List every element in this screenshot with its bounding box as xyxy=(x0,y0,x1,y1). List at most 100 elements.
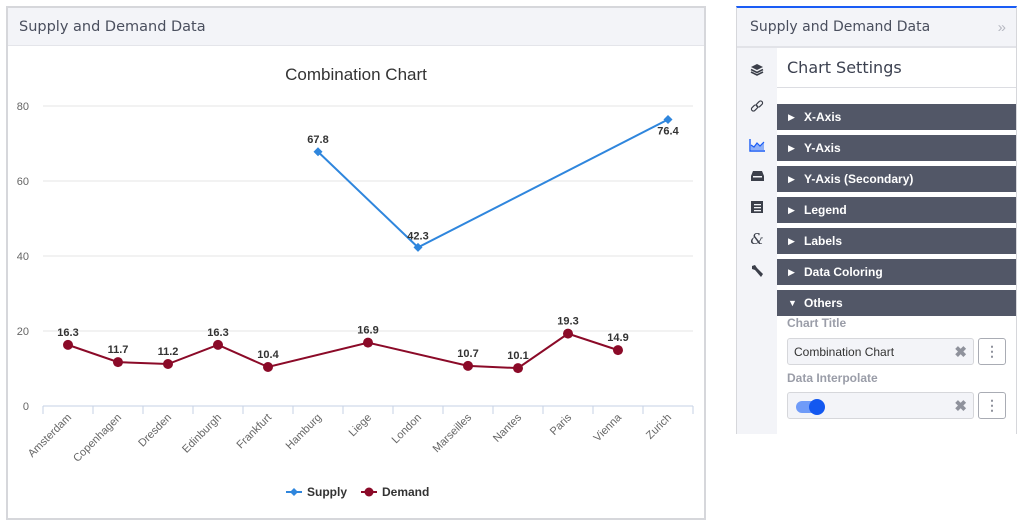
chart-area-icon[interactable] xyxy=(737,130,777,160)
x-tick-label: Nantes xyxy=(491,411,524,444)
x-tick-label: Dresden xyxy=(136,412,174,450)
series-line-supply xyxy=(317,118,669,249)
data-point[interactable] xyxy=(113,357,123,368)
section-legend[interactable]: ▶ Legend xyxy=(777,197,1016,223)
section-x-axis[interactable]: ▶ X-Axis xyxy=(777,104,1016,130)
document-icon[interactable] xyxy=(737,192,777,222)
section-label: X-Axis xyxy=(804,110,842,124)
collapse-panel-icon[interactable]: » xyxy=(998,19,1006,36)
data-label: 19.3 xyxy=(557,316,578,328)
data-label: 10.7 xyxy=(457,348,478,360)
caret-right-icon: ▶ xyxy=(788,266,795,277)
data-label: 16.3 xyxy=(57,327,78,339)
settings-title-row: Chart Settings xyxy=(777,48,1016,88)
data-point[interactable] xyxy=(563,328,573,339)
y-tick-label: 0 xyxy=(23,401,29,413)
data-label: 10.1 xyxy=(507,350,528,362)
caret-right-icon: ▶ xyxy=(788,204,795,215)
data-label: 16.3 xyxy=(207,327,228,339)
legend-circle-icon xyxy=(364,487,374,497)
data-label: 76.4 xyxy=(657,126,679,138)
chart-title-label: Chart Title xyxy=(787,316,847,330)
caret-right-icon: ▶ xyxy=(788,173,795,184)
chart-panel: Supply and Demand Data Combination Chart… xyxy=(6,6,706,520)
data-point[interactable] xyxy=(613,345,623,356)
data-point[interactable] xyxy=(363,337,373,348)
settings-header: Supply and Demand Data » xyxy=(737,8,1016,48)
wrench-icon[interactable] xyxy=(737,256,777,286)
section-label: Y-Axis xyxy=(804,141,841,155)
data-interpolate-label: Data Interpolate xyxy=(787,371,878,385)
data-label: 11.2 xyxy=(158,346,179,358)
toggle-knob xyxy=(809,399,825,415)
x-tick-label: Amsterdam xyxy=(26,412,74,460)
section-y-axis-secondary[interactable]: ▶ Y-Axis (Secondary) xyxy=(777,166,1016,192)
clear-data-interpolate-icon[interactable]: ✖ xyxy=(954,397,967,415)
x-tick-label: Liege xyxy=(347,412,375,440)
section-label: Labels xyxy=(804,234,843,248)
data-point[interactable] xyxy=(663,115,673,124)
layers-icon[interactable] xyxy=(737,55,777,85)
data-interpolate-more-button[interactable]: ⋮ xyxy=(978,392,1006,419)
settings-panel: Supply and Demand Data » & Chart Setting… xyxy=(736,6,1017,434)
chart-title-more-button[interactable]: ⋮ xyxy=(978,338,1006,365)
ampersand-icon[interactable]: & xyxy=(737,224,777,254)
section-labels[interactable]: ▶ Labels xyxy=(777,228,1016,254)
legend-label: Demand xyxy=(382,485,429,499)
section-label: Others xyxy=(804,296,843,310)
x-axis: AmsterdamCopenhagen Dresden Edinburgh Frank… xyxy=(26,405,694,465)
series-supply xyxy=(313,115,673,252)
x-tick-label: Hamburg xyxy=(284,412,324,452)
data-interpolate-toggle[interactable] xyxy=(796,399,825,415)
data-label: 11.7 xyxy=(108,344,129,356)
legend: Supply Demand xyxy=(286,485,429,499)
chart-title-input-value[interactable]: Combination Chart xyxy=(794,345,894,359)
legend-diamond-icon xyxy=(290,488,298,496)
section-data-coloring[interactable]: ▶ Data Coloring xyxy=(777,259,1016,285)
x-tick-label: Frankfurt xyxy=(235,412,275,452)
data-point[interactable] xyxy=(163,359,173,369)
icon-rail: & xyxy=(737,48,777,434)
clear-chart-title-icon[interactable]: ✖ xyxy=(954,343,967,361)
series-line-demand xyxy=(67,332,619,370)
data-point[interactable] xyxy=(513,363,523,374)
caret-right-icon: ▶ xyxy=(788,142,795,153)
chart-title: Combination Chart xyxy=(285,65,427,84)
section-label: Data Coloring xyxy=(804,265,883,279)
data-point[interactable] xyxy=(63,339,73,350)
x-tick-label: Vienna xyxy=(592,411,625,444)
settings-body: Chart Settings ▶ X-Axis ▶ Y-Axis ▶ Y-Axis (Se… xyxy=(777,48,1016,434)
x-tick-label: Paris xyxy=(548,411,575,438)
x-tick-label: Edinburgh xyxy=(180,412,224,456)
data-label: 42.3 xyxy=(407,230,428,242)
x-tick-label: Zurich xyxy=(644,412,674,442)
data-point[interactable] xyxy=(463,360,473,371)
settings-header-title: Supply and Demand Data xyxy=(750,19,931,35)
inbox-icon[interactable] xyxy=(737,161,777,191)
more-vertical-icon: ⋮ xyxy=(985,397,999,413)
y-tick-label: 40 xyxy=(17,251,29,263)
y-tick-label: 60 xyxy=(17,176,29,188)
legend-item-demand[interactable]: Demand xyxy=(361,485,429,499)
data-point[interactable] xyxy=(263,362,273,372)
x-tick-label: Copenhagen xyxy=(71,412,124,465)
y-tick-label: 20 xyxy=(17,326,29,338)
x-tick-label: Marseilles xyxy=(431,411,475,455)
data-label: 10.4 xyxy=(257,349,279,361)
caret-right-icon: ▶ xyxy=(788,235,795,246)
section-others[interactable]: ▼ Others xyxy=(777,290,1016,316)
chart-title-input[interactable]: Combination Chart ✖ xyxy=(787,338,974,365)
series-demand xyxy=(63,328,623,374)
section-y-axis[interactable]: ▶ Y-Axis xyxy=(777,135,1016,161)
y-tick-label: 80 xyxy=(17,101,29,113)
data-point[interactable] xyxy=(213,339,223,350)
combination-chart: Combination Chart 0 20 40 60 80 AmsterdamCop… xyxy=(17,65,694,499)
legend-item-supply[interactable]: Supply xyxy=(286,485,347,499)
link-icon[interactable] xyxy=(737,92,777,122)
legend-label: Supply xyxy=(307,485,347,499)
caret-right-icon: ▶ xyxy=(788,111,795,122)
caret-down-icon: ▼ xyxy=(788,298,797,308)
section-label: Legend xyxy=(804,203,847,217)
data-label: 67.8 xyxy=(307,134,328,146)
settings-title: Chart Settings xyxy=(787,58,902,77)
